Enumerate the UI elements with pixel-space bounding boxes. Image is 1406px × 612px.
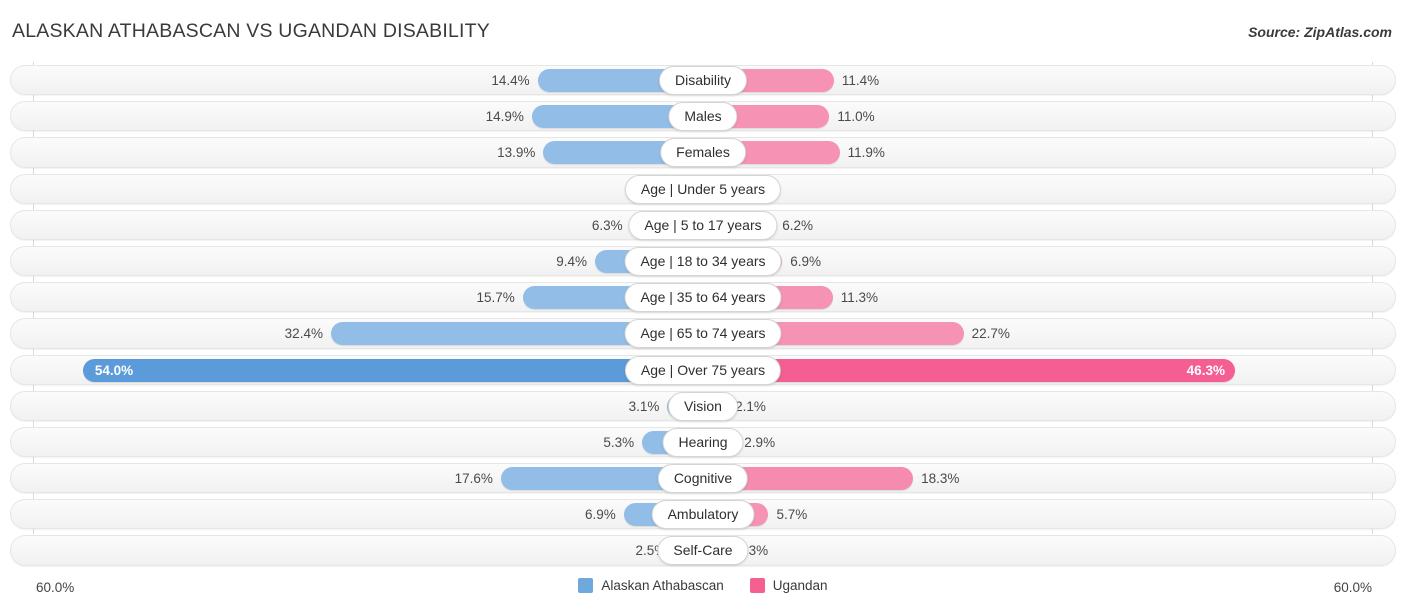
chart-row: 14.4% 11.4% Disability bbox=[0, 62, 1406, 98]
chart-row: 54.0% 46.3% Age | Over 75 years bbox=[0, 352, 1406, 388]
chart-legend: Alaskan Athabascan Ugandan bbox=[0, 578, 1406, 593]
page-title: ALASKAN ATHABASCAN VS UGANDAN DISABILITY bbox=[12, 20, 490, 42]
value-label-alaskan-athabascan: 9.4% bbox=[556, 253, 588, 269]
row-label-pill[interactable]: Self-Care bbox=[657, 536, 749, 566]
value-label-alaskan-athabascan: 13.9% bbox=[497, 145, 536, 161]
value-label-ugandan: 18.3% bbox=[921, 471, 960, 487]
row-label-pill[interactable]: Age | 18 to 34 years bbox=[624, 246, 782, 276]
row-label-pill[interactable]: Age | Under 5 years bbox=[624, 174, 782, 204]
bar-ugandan[interactable] bbox=[703, 358, 1235, 382]
row-label-pill[interactable]: Age | 35 to 64 years bbox=[624, 283, 782, 313]
row-label-pill[interactable]: Disability bbox=[658, 66, 748, 95]
row-label-pill[interactable]: Age | 5 to 17 years bbox=[628, 210, 778, 240]
chart-row: 6.3% 6.2% Age | 5 to 17 years bbox=[0, 207, 1406, 243]
value-label-alaskan-athabascan: 32.4% bbox=[284, 326, 323, 342]
row-label-pill[interactable]: Ambulatory bbox=[651, 500, 755, 530]
legend-label: Alaskan Athabascan bbox=[601, 578, 724, 593]
legend-item[interactable]: Ugandan bbox=[749, 578, 828, 593]
value-label-ugandan: 2.1% bbox=[735, 398, 766, 414]
chart-row: 1.5%1.1%Age | Under 5 years bbox=[0, 171, 1406, 207]
value-label-alaskan-athabascan: 14.4% bbox=[491, 73, 530, 88]
value-label-ugandan: 6.2% bbox=[782, 217, 813, 233]
value-label-ugandan: 5.7% bbox=[776, 507, 808, 523]
value-label-alaskan-athabascan: 15.7% bbox=[476, 290, 515, 306]
chart-row: 17.6% 18.3% Cognitive bbox=[0, 460, 1406, 496]
value-label-ugandan: 22.7% bbox=[971, 326, 1010, 342]
chart-row: 6.9% 5.7% Ambulatory bbox=[0, 496, 1406, 532]
value-label-alaskan-athabascan: 5.3% bbox=[603, 434, 635, 450]
chart-row: 2.5% 2.3% Self-Care bbox=[0, 532, 1406, 568]
chart-row: 5.3% 2.9% Hearing bbox=[0, 424, 1406, 460]
row-label-pill[interactable]: Vision bbox=[668, 391, 738, 421]
chart-rows: 14.4% 11.4% Disability 14.9% 11.0% Males 13.9%… bbox=[0, 62, 1406, 569]
legend-swatch-icon bbox=[749, 578, 765, 593]
legend-label: Ugandan bbox=[772, 578, 828, 593]
legend-item[interactable]: Alaskan Athabascan bbox=[578, 578, 724, 593]
value-label-ugandan: 11.0% bbox=[837, 109, 875, 125]
value-label-alaskan-athabascan: 17.6% bbox=[454, 471, 493, 487]
value-label-alaskan-athabascan: 6.9% bbox=[584, 507, 616, 523]
diverging-bar-chart: 14.4% 11.4% Disability 14.9% 11.0% Males 13.9%… bbox=[0, 62, 1406, 570]
bar-alaskan-athabascan[interactable] bbox=[82, 358, 703, 382]
value-label-alaskan-athabascan: 14.9% bbox=[485, 109, 524, 125]
value-label-ugandan: 11.4% bbox=[841, 73, 880, 88]
chart-row: 15.7% 11.3% Age | 35 to 64 years bbox=[0, 279, 1406, 315]
chart-row: 14.9% 11.0% Males bbox=[0, 98, 1406, 134]
chart-row: 32.4% 22.7% Age | 65 to 74 years bbox=[0, 315, 1406, 351]
row-label-pill[interactable]: Hearing bbox=[662, 427, 744, 457]
value-label-ugandan: 46.3% bbox=[1186, 362, 1225, 378]
value-label-ugandan: 2.9% bbox=[744, 434, 776, 450]
value-label-ugandan: 11.9% bbox=[847, 145, 885, 161]
chart-page: ALASKAN ATHABASCAN VS UGANDAN DISABILITY… bbox=[0, 0, 1406, 612]
value-label-alaskan-athabascan: 3.1% bbox=[628, 398, 660, 414]
row-label-pill[interactable]: Males bbox=[668, 102, 738, 132]
value-label-ugandan: 6.9% bbox=[790, 253, 822, 269]
row-label-pill[interactable]: Females bbox=[660, 138, 746, 168]
value-label-ugandan: 11.3% bbox=[840, 290, 879, 306]
chart-row: 9.4% 6.9% Age | 18 to 34 years bbox=[0, 243, 1406, 279]
value-label-alaskan-athabascan: 54.0% bbox=[94, 362, 134, 378]
chart-row: 3.1% 2.1% Vision bbox=[0, 388, 1406, 424]
row-label-pill[interactable]: Cognitive bbox=[657, 464, 749, 494]
source-attribution: Source: ZipAtlas.com bbox=[1248, 24, 1392, 40]
chart-row: 13.9% 11.9% Females bbox=[0, 134, 1406, 170]
row-label-pill[interactable]: Age | 65 to 74 years bbox=[624, 319, 782, 349]
value-label-alaskan-athabascan: 6.3% bbox=[591, 217, 623, 233]
row-label-pill[interactable]: Age | Over 75 years bbox=[624, 355, 782, 385]
legend-swatch-icon bbox=[578, 578, 594, 593]
